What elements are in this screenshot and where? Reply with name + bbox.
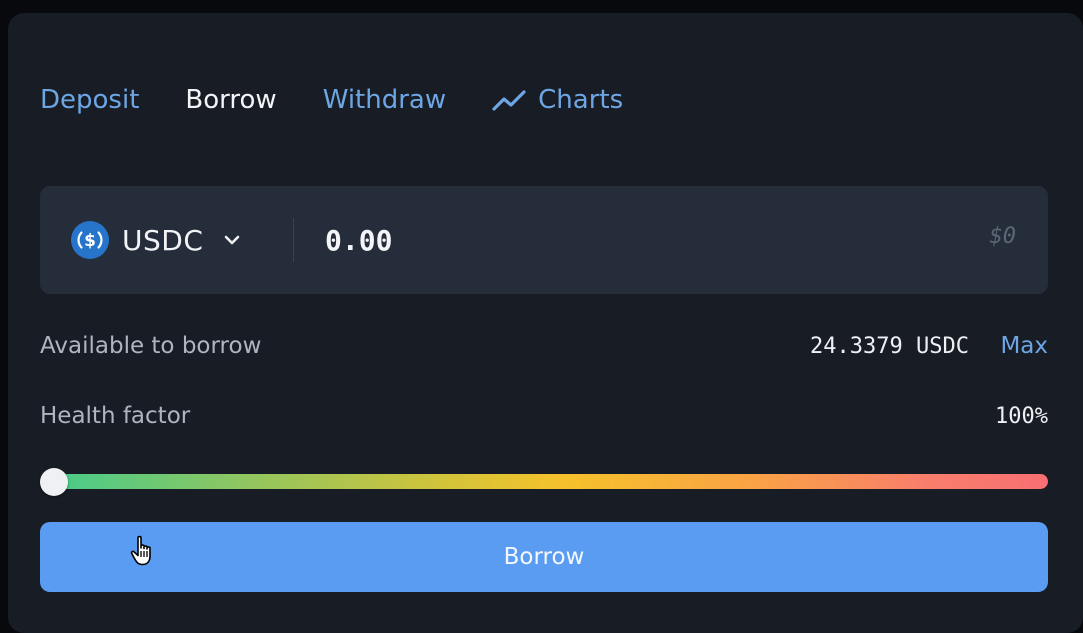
tab-charts-label: Charts: [538, 85, 624, 115]
tab-borrow[interactable]: Borrow: [185, 83, 276, 117]
health-factor-label: Health factor: [40, 403, 191, 429]
max-button[interactable]: Max: [1000, 333, 1048, 359]
token-selector[interactable]: $ USDC: [70, 220, 243, 260]
available-label: Available to borrow: [40, 333, 262, 359]
usdc-logo-icon: $: [71, 221, 109, 259]
action-tabs: Deposit Borrow Withdraw Charts: [40, 83, 669, 117]
available-value: 24.3379 USDC: [810, 334, 969, 359]
tab-borrow-label: Borrow: [185, 85, 277, 115]
trend-line-icon: [492, 90, 526, 111]
tab-withdraw[interactable]: Withdraw: [323, 83, 446, 117]
amount-input-box: $ USDC $0: [40, 186, 1048, 294]
amount-input[interactable]: [325, 216, 885, 264]
tab-withdraw-label: Withdraw: [322, 85, 447, 115]
health-factor-value: 100%: [995, 404, 1048, 429]
tab-charts[interactable]: Charts: [492, 83, 623, 117]
borrow-button[interactable]: Borrow: [40, 522, 1048, 592]
svg-text:$: $: [84, 231, 96, 251]
divider: [293, 218, 294, 262]
health-slider-thumb[interactable]: [40, 468, 68, 496]
usd-value: $0: [989, 224, 1017, 249]
borrow-panel: Deposit Borrow Withdraw Charts $ USDC 0.…: [8, 13, 1083, 633]
chevron-down-icon: [225, 235, 240, 245]
health-slider-track[interactable]: [44, 474, 1048, 489]
tab-deposit[interactable]: Deposit: [40, 83, 139, 117]
tab-deposit-label: Deposit: [40, 85, 140, 115]
token-symbol: USDC: [122, 223, 204, 257]
